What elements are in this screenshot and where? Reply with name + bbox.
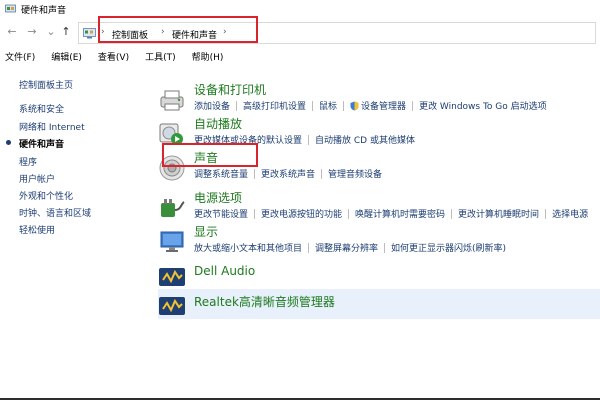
link-adjust-volume[interactable]: 调整系统音量 xyxy=(194,167,248,180)
link-divider xyxy=(308,242,310,253)
main-content: 设备和打印机 添加设备 高级打印机设置 鼠标 设备管理器 更改 Windows … xyxy=(158,75,600,395)
link-divider xyxy=(254,168,256,179)
category-title-dell-audio[interactable]: Dell Audio xyxy=(194,264,255,278)
link-screen-resolution[interactable]: 调整屏幕分辨率 xyxy=(315,241,378,254)
link-autoplay-cd[interactable]: 自动播放 CD 或其他媒体 xyxy=(315,133,415,146)
category-realtek-audio: Realtek高清晰音频管理器 xyxy=(158,292,600,316)
dell-audio-icon xyxy=(159,268,185,286)
sidebar-item-hardware-sound: 硬件和声音 xyxy=(19,140,65,150)
menu-view[interactable]: 查看(V) xyxy=(98,50,129,63)
display-icon xyxy=(160,231,184,252)
link-change-sleep-time[interactable]: 更改计算机睡眠时间 xyxy=(458,207,539,220)
address-row: ← → ⌄ ↑ › 控制面板 › 硬件和声音 › xyxy=(0,16,600,46)
link-windows-to-go[interactable]: 更改 Windows To Go 启动选项 xyxy=(419,99,547,112)
uac-shield-icon xyxy=(350,101,359,110)
category-display: 显示 放大或缩小文本和其他项目 调整屏幕分辨率 如何更正显示器闪烁(刷新率) xyxy=(158,223,600,255)
link-change-power-saving[interactable]: 更改节能设置 xyxy=(194,207,248,220)
link-device-manager[interactable]: 设备管理器 xyxy=(361,99,406,112)
category-title-autoplay[interactable]: 自动播放 xyxy=(194,115,242,132)
recent-locations-icon[interactable]: ⌄ xyxy=(45,26,57,38)
menu-bar: 文件(F) 编辑(E) 查看(V) 工具(T) 帮助(H) xyxy=(0,47,600,65)
menu-file[interactable]: 文件(F) xyxy=(5,50,35,63)
category-links-devices-printers: 添加设备 高级打印机设置 鼠标 设备管理器 更改 Windows To Go 启… xyxy=(194,99,547,112)
annotation-box-sound xyxy=(162,143,258,167)
sidebar-item-user-accounts[interactable]: 用户帐户 xyxy=(19,172,55,185)
link-refresh-rate[interactable]: 如何更正显示器闪烁(刷新率) xyxy=(391,241,506,254)
link-divider xyxy=(321,168,323,179)
link-power-button-function[interactable]: 更改电源按钮的功能 xyxy=(261,207,342,220)
menu-tools[interactable]: 工具(T) xyxy=(145,50,176,63)
category-title-realtek-audio[interactable]: Realtek高清晰音频管理器 xyxy=(194,293,335,310)
category-title-power-options[interactable]: 电源选项 xyxy=(194,189,242,206)
sidebar-item-home[interactable]: 控制面板主页 xyxy=(19,78,73,91)
menu-help[interactable]: 帮助(H) xyxy=(192,50,224,63)
link-mouse[interactable]: 鼠标 xyxy=(319,99,337,112)
link-divider xyxy=(451,208,453,219)
menu-edit[interactable]: 编辑(E) xyxy=(51,50,82,63)
sidebar-item-ease-of-access[interactable]: 轻松使用 xyxy=(19,223,55,236)
back-arrow-icon[interactable]: ← xyxy=(6,26,18,38)
sidebar-item-programs[interactable]: 程序 xyxy=(19,155,37,168)
title-bar: 硬件和声音 xyxy=(0,0,600,18)
link-divider xyxy=(308,134,310,145)
category-links-power-options: 更改节能设置 更改电源按钮的功能 唤醒计算机时需要密码 更改计算机睡眠时间 选择… xyxy=(194,207,588,220)
link-change-system-sounds[interactable]: 更改系统声音 xyxy=(261,167,315,180)
category-power-options: 电源选项 更改节能设置 更改电源按钮的功能 唤醒计算机时需要密码 更改计算机睡眠… xyxy=(158,189,600,221)
control-panel-icon xyxy=(83,28,96,39)
link-divider xyxy=(312,100,314,111)
sidebar-item-clock-region[interactable]: 时钟、语言和区域 xyxy=(19,206,91,219)
sidebar-item-network[interactable]: 网络和 Internet xyxy=(19,120,85,133)
sidebar: 控制面板主页 系统和安全 网络和 Internet 硬件和声音 程序 用户帐户 … xyxy=(0,70,155,400)
category-dell-audio: Dell Audio xyxy=(158,263,600,287)
realtek-audio-icon xyxy=(159,297,185,315)
link-advanced-printer-settings[interactable]: 高级打印机设置 xyxy=(243,99,306,112)
link-add-device[interactable]: 添加设备 xyxy=(194,99,230,112)
control-panel-icon xyxy=(5,4,16,13)
category-links-sound: 调整系统音量 更改系统声音 管理音频设备 xyxy=(194,167,382,180)
link-divider xyxy=(343,100,345,111)
link-divider xyxy=(384,242,386,253)
category-devices-printers: 设备和打印机 添加设备 高级打印机设置 鼠标 设备管理器 更改 Windows … xyxy=(158,81,600,113)
link-divider xyxy=(348,208,350,219)
sidebar-item-appearance[interactable]: 外观和个性化 xyxy=(19,189,73,202)
printer-icon xyxy=(160,90,184,111)
forward-arrow-icon[interactable]: → xyxy=(26,26,38,38)
link-manage-audio-devices[interactable]: 管理音频设备 xyxy=(328,167,382,180)
category-links-display: 放大或缩小文本和其他项目 调整屏幕分辨率 如何更正显示器闪烁(刷新率) xyxy=(194,241,506,254)
link-divider xyxy=(236,100,238,111)
up-arrow-icon[interactable]: ↑ xyxy=(60,26,72,38)
current-item-bullet-icon xyxy=(6,140,11,145)
link-zoom-text[interactable]: 放大或缩小文本和其他项目 xyxy=(194,241,302,254)
category-title-display[interactable]: 显示 xyxy=(194,223,218,240)
window-title: 硬件和声音 xyxy=(21,5,67,16)
annotation-box-address xyxy=(98,16,258,43)
category-title-devices-printers[interactable]: 设备和打印机 xyxy=(194,81,266,98)
link-divider xyxy=(545,208,547,219)
link-choose-power-plan[interactable]: 选择电源 xyxy=(552,207,588,220)
link-require-password-on-wake[interactable]: 唤醒计算机时需要密码 xyxy=(355,207,445,220)
sidebar-item-system-security[interactable]: 系统和安全 xyxy=(19,102,64,115)
power-icon xyxy=(161,199,185,217)
link-divider xyxy=(254,208,256,219)
link-divider xyxy=(412,100,414,111)
category-sound: 声音 调整系统音量 更改系统声音 管理音频设备 xyxy=(158,143,600,181)
